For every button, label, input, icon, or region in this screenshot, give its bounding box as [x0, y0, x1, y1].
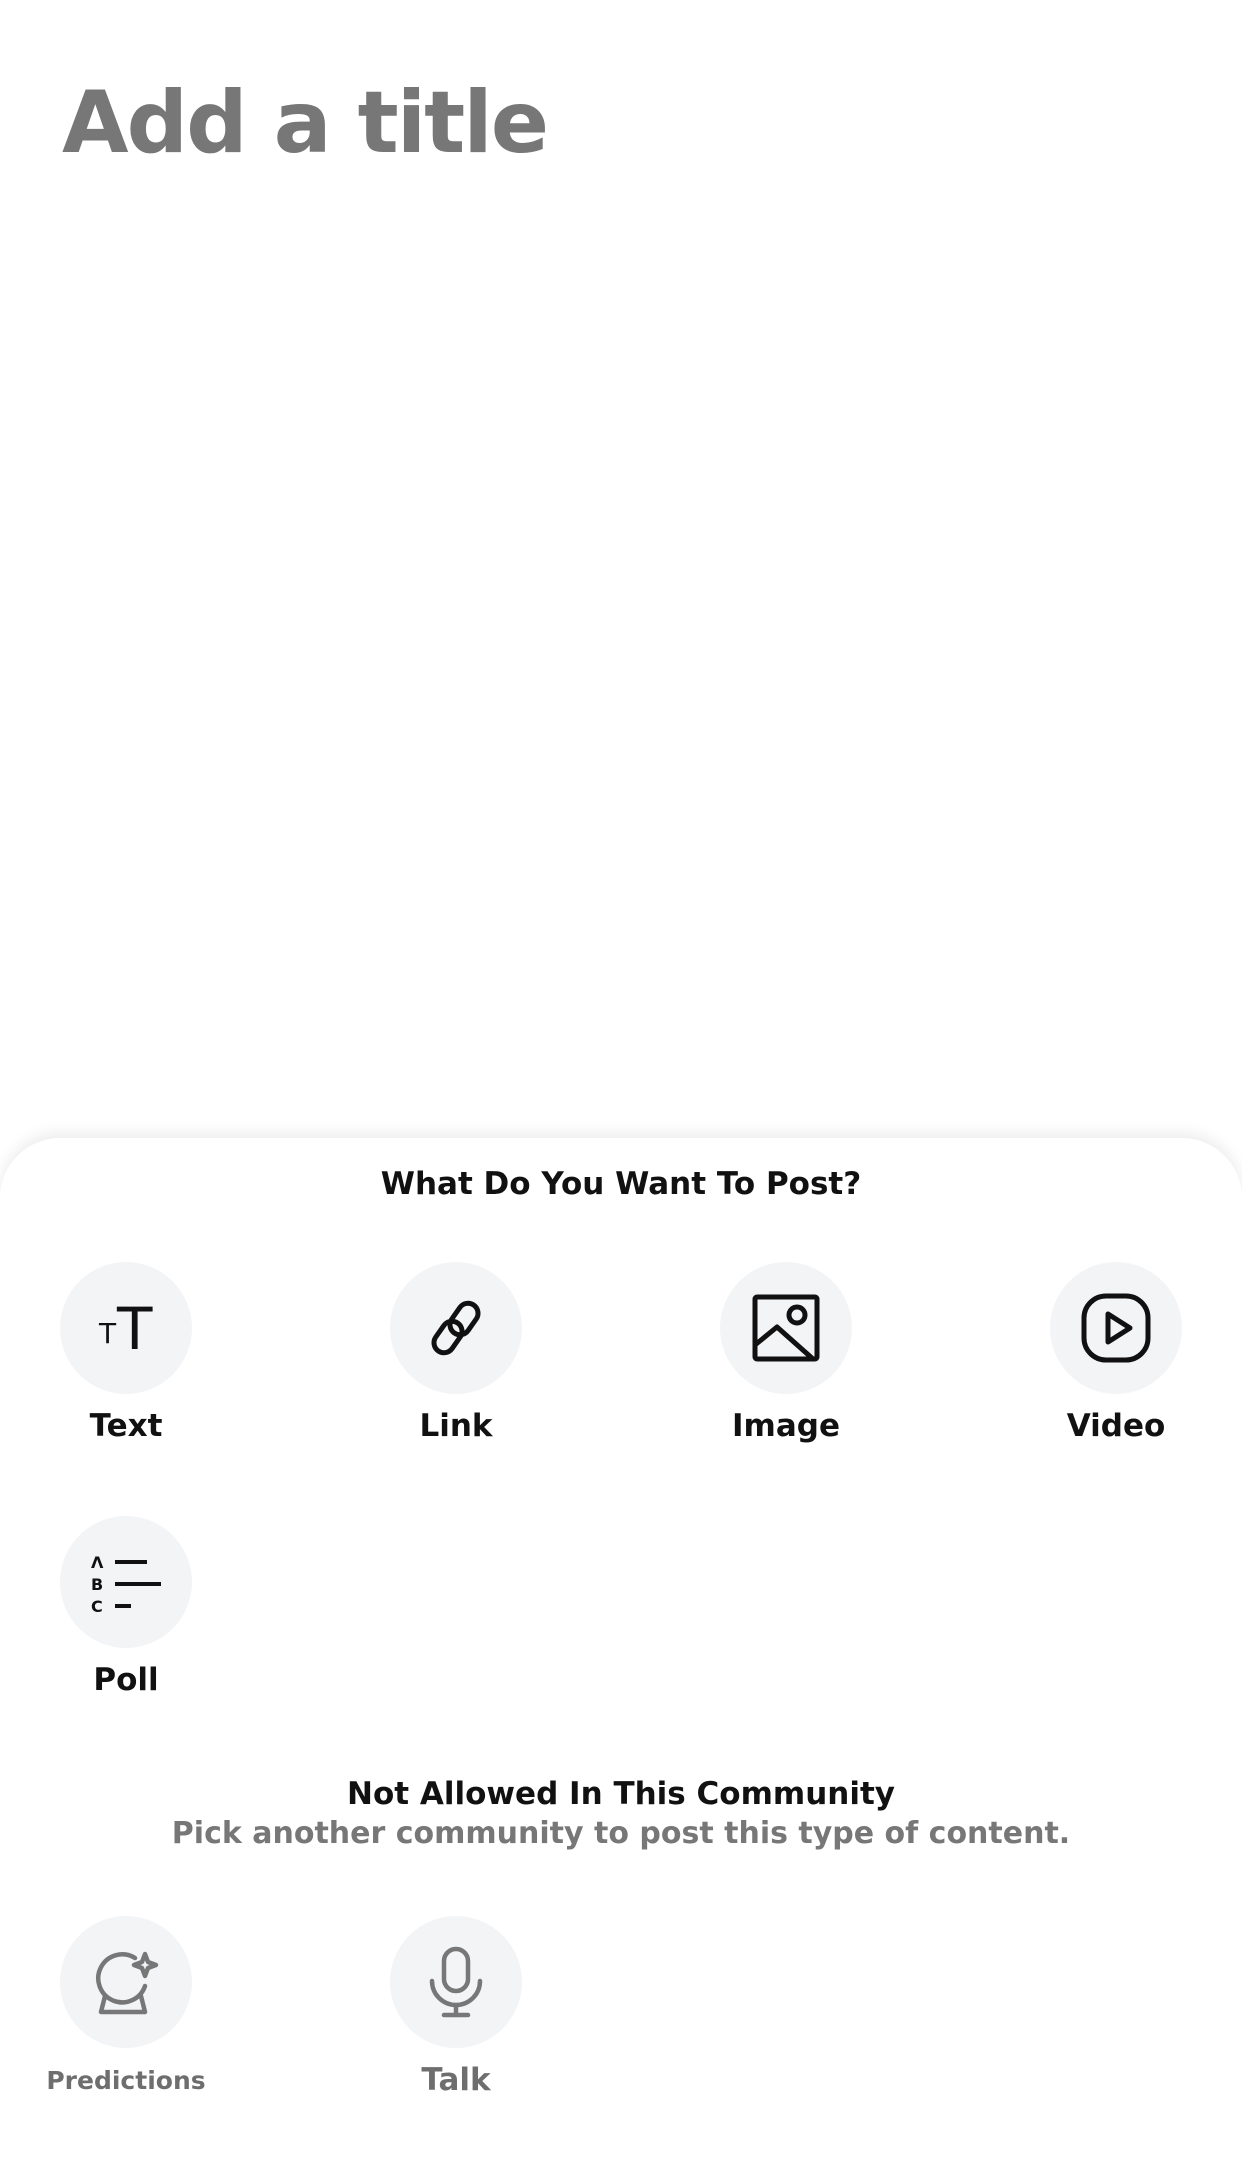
post-type-text-label: Text [89, 1408, 163, 1444]
svg-text:B: B [91, 1575, 103, 1594]
microphone-icon [390, 1916, 522, 2048]
not-allowed-title: Not Allowed In This Community [347, 1776, 895, 1812]
poll-icon: Λ B C [60, 1516, 192, 1648]
post-type-poll-label: Poll [93, 1662, 159, 1698]
not-allowed-subtitle: Pick another community to post this type… [171, 1816, 1071, 1851]
post-type-image-label: Image [732, 1408, 840, 1444]
post-type-sheet: What Do You Want To Post? T T Text Link [0, 1138, 1242, 2171]
post-type-video-button[interactable]: Video [1016, 1262, 1216, 1444]
crystal-ball-icon [60, 1916, 192, 2048]
svg-text:T: T [98, 1317, 117, 1350]
text-icon: T T [60, 1262, 192, 1394]
post-type-image-button[interactable]: Image [686, 1262, 886, 1444]
post-type-text-button[interactable]: T T Text [26, 1262, 226, 1444]
sheet-title: What Do You Want To Post? [380, 1166, 862, 1202]
image-icon [720, 1262, 852, 1394]
post-type-poll-button[interactable]: Λ B C Poll [26, 1516, 226, 1698]
post-type-predictions-button: Predictions [26, 1916, 226, 2095]
link-icon [390, 1262, 522, 1394]
post-type-predictions-label: Predictions [46, 2066, 206, 2095]
video-icon [1050, 1262, 1182, 1394]
post-type-link-label: Link [419, 1408, 493, 1444]
svg-text:T: T [116, 1295, 153, 1363]
svg-text:Λ: Λ [91, 1553, 104, 1572]
not-allowed-notice: Not Allowed In This Community Pick anoth… [0, 1776, 1242, 1851]
post-type-talk-label: Talk [421, 2062, 491, 2098]
post-type-link-button[interactable]: Link [356, 1262, 556, 1444]
title-input[interactable] [62, 68, 1162, 178]
svg-text:C: C [91, 1597, 103, 1614]
create-post-screen: What Do You Want To Post? T T Text Link [0, 0, 1242, 2171]
post-type-video-label: Video [1066, 1408, 1166, 1444]
post-type-talk-button: Talk [356, 1916, 556, 2098]
